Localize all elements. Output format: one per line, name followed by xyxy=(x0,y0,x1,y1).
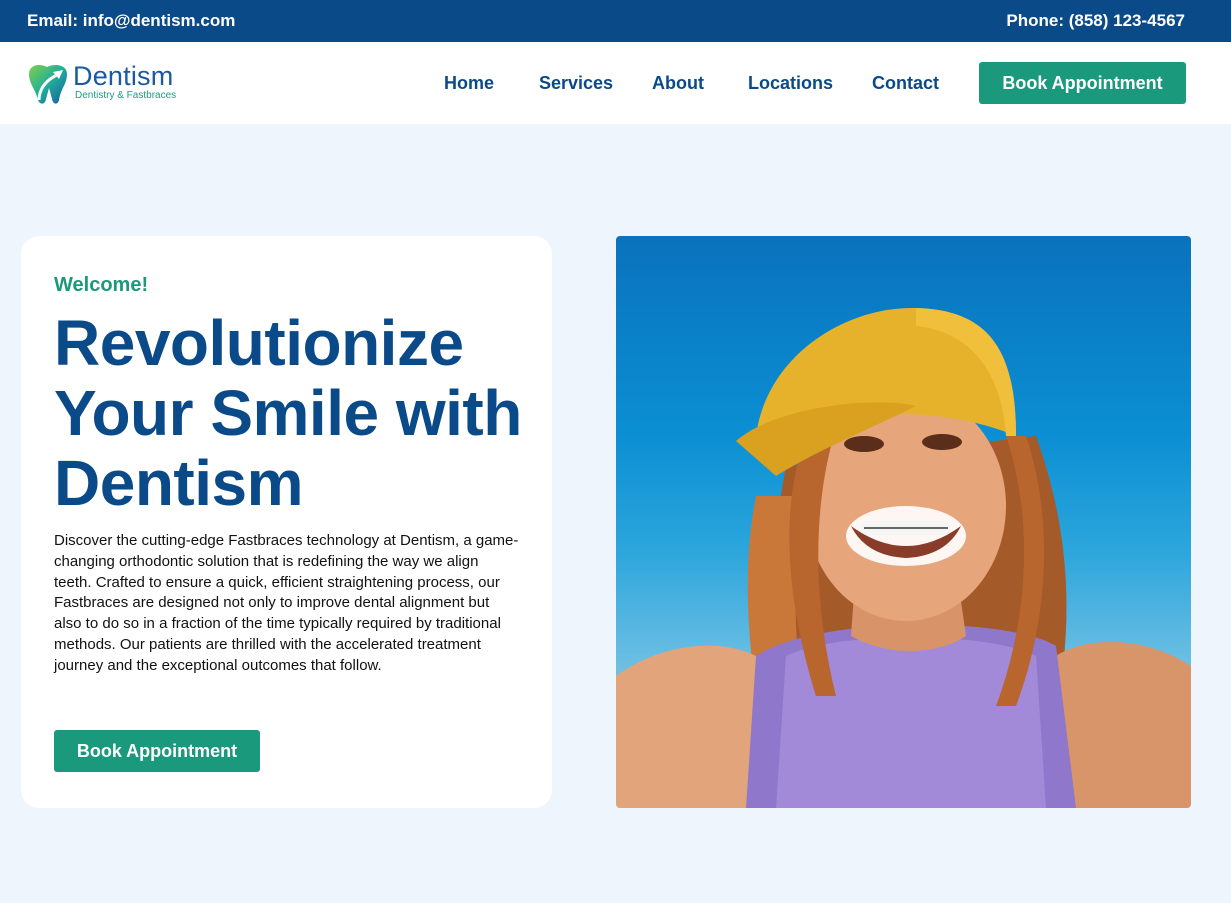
hero-photo xyxy=(616,236,1191,808)
header-book-appointment-button[interactable]: Book Appointment xyxy=(979,62,1186,104)
tooth-logo-icon xyxy=(29,65,67,104)
smiling-girl-illustration xyxy=(616,307,1191,808)
site-header: Dentism Dentistry & Fastbraces Home Serv… xyxy=(0,42,1231,124)
nav-contact[interactable]: Contact xyxy=(872,73,939,94)
hero-card: Welcome! Revolutionize Your Smile with D… xyxy=(21,236,552,808)
contact-email[interactable]: Email: info@dentism.com xyxy=(27,11,235,31)
contact-phone[interactable]: Phone: (858) 123-4567 xyxy=(1006,11,1185,31)
hero-book-appointment-button[interactable]: Book Appointment xyxy=(54,730,260,772)
nav-home[interactable]: Home xyxy=(444,73,494,94)
top-contact-bar: Email: info@dentism.com Phone: (858) 123… xyxy=(0,0,1231,42)
hero-title: Revolutionize Your Smile with Dentism xyxy=(54,307,522,519)
site-logo[interactable]: Dentism Dentistry & Fastbraces xyxy=(25,60,225,108)
hero-description: Discover the cutting-edge Fastbraces tec… xyxy=(54,532,519,674)
hero-eyebrow: Welcome! xyxy=(54,274,149,296)
logo-tagline: Dentistry & Fastbraces xyxy=(75,90,177,101)
nav-about[interactable]: About xyxy=(652,73,704,94)
nav-services[interactable]: Services xyxy=(539,73,613,94)
logo-name: Dentism xyxy=(73,61,174,91)
nav-locations[interactable]: Locations xyxy=(748,73,833,94)
